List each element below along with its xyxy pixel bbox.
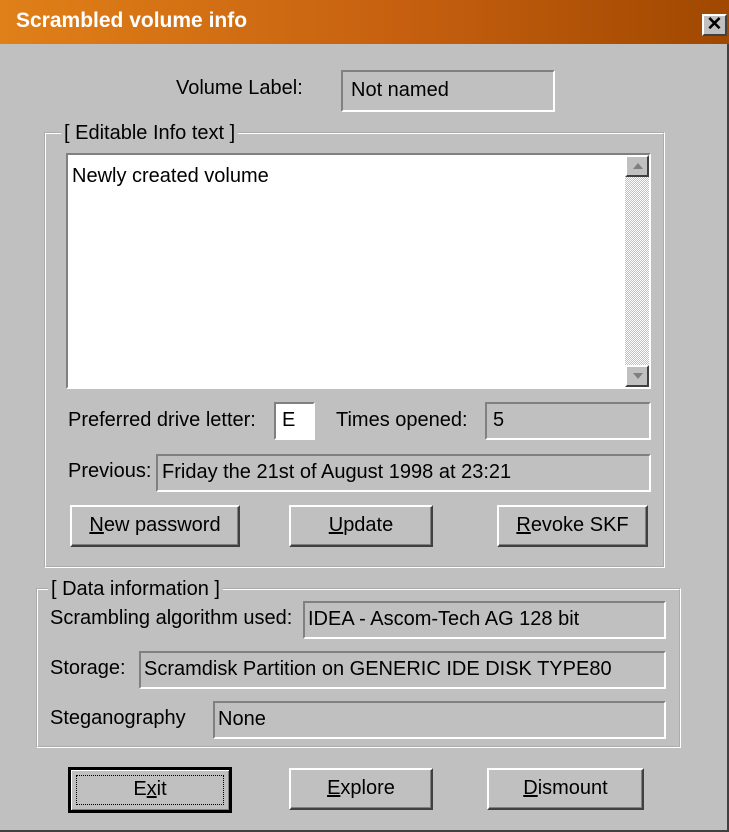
info-text-scrollbar[interactable] xyxy=(625,155,649,387)
window-title: Scrambled volume info xyxy=(16,9,248,32)
arrow-down-icon[interactable] xyxy=(625,365,649,387)
dismount-button[interactable]: Dismount xyxy=(487,768,644,810)
steganography-field: None xyxy=(213,701,666,739)
data-information-group-title: [ Data information ] xyxy=(48,578,223,601)
algorithm-label: Scrambling algorithm used: xyxy=(50,607,293,629)
new-password-button[interactable]: New password xyxy=(70,505,240,547)
scrambled-volume-info-dialog: Scrambled volume info ✕ Volume Label: No… xyxy=(0,0,729,832)
arrow-up-icon[interactable] xyxy=(625,155,649,177)
close-icon[interactable]: ✕ xyxy=(702,14,727,36)
title-bar[interactable]: Scrambled volume info ✕ xyxy=(0,0,729,44)
update-button[interactable]: Update xyxy=(289,505,433,547)
exit-button[interactable]: Exit xyxy=(68,767,232,813)
explore-button[interactable]: Explore xyxy=(289,768,433,810)
info-text-content: Newly created volume xyxy=(72,165,269,187)
info-text-area[interactable]: Newly created volume xyxy=(66,153,651,389)
steganography-label: Steganography xyxy=(50,707,186,729)
storage-field: Scramdisk Partition on GENERIC IDE DISK … xyxy=(139,651,666,689)
volume-label-caption: Volume Label: xyxy=(176,77,303,99)
previous-label: Previous: xyxy=(68,460,152,482)
times-opened-label: Times opened: xyxy=(336,409,468,431)
revoke-skf-button[interactable]: Revoke SKF xyxy=(497,505,648,547)
editable-info-group-title: [ Editable Info text ] xyxy=(61,122,239,145)
volume-label-field: Not named xyxy=(341,70,555,112)
preferred-drive-input[interactable]: E xyxy=(274,402,315,440)
algorithm-field: IDEA - Ascom-Tech AG 128 bit xyxy=(303,601,666,639)
storage-label: Storage: xyxy=(50,657,126,679)
previous-field: Friday the 21st of August 1998 at 23:21 xyxy=(156,454,651,492)
preferred-drive-label: Preferred drive letter: xyxy=(68,409,256,431)
times-opened-field: 5 xyxy=(485,402,651,440)
